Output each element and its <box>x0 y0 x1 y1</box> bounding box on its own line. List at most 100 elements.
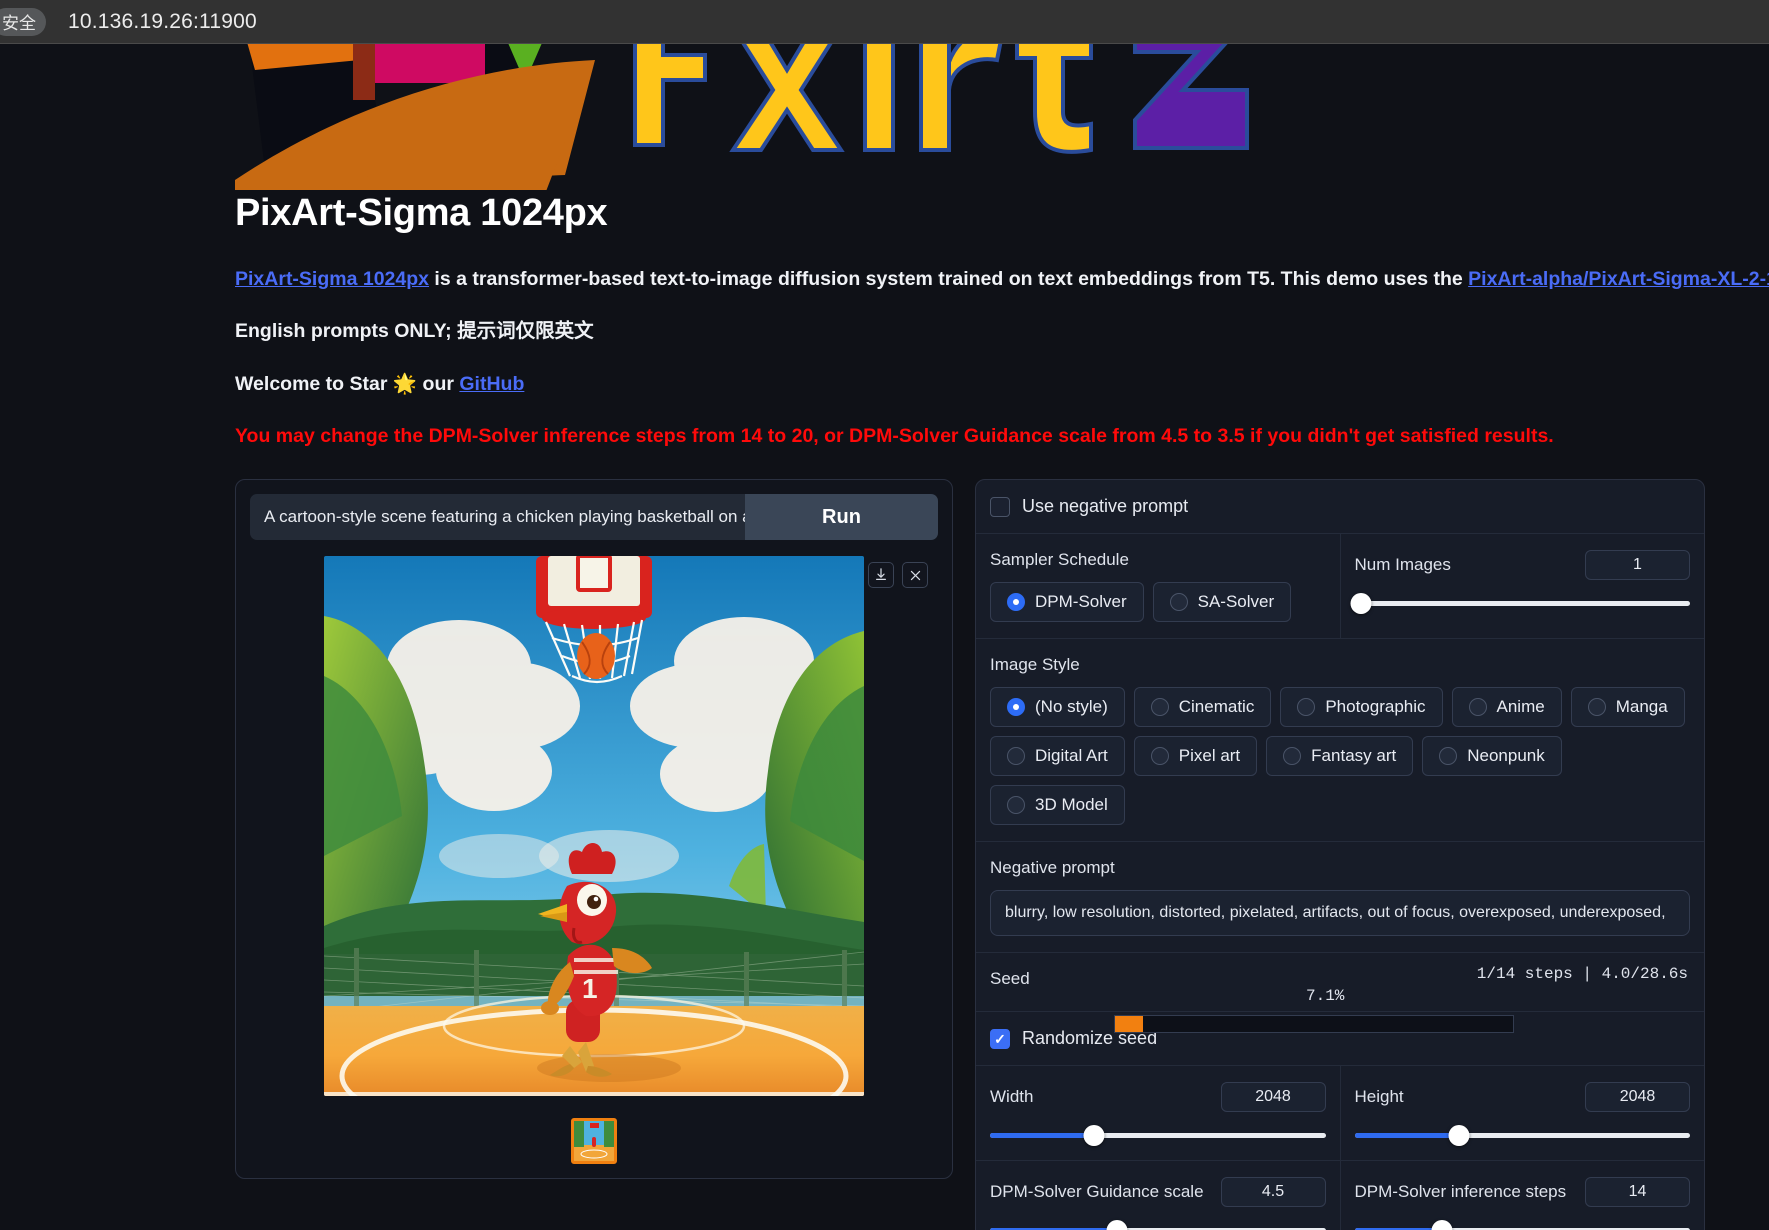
english-only-note: English prompts ONLY; 提示词仅限英文 <box>235 320 594 343</box>
gallery-thumbnails <box>250 1118 938 1164</box>
num-images-thumb[interactable] <box>1350 593 1372 614</box>
radio-dot-sa-solver[interactable] <box>1169 593 1188 611</box>
security-badge: 安全 <box>0 7 46 36</box>
page-header-text: PixArt-Sigma 1024px PixArt-Sigma 1024px … <box>235 192 1769 474</box>
radio-cinematic[interactable]: Cinematic <box>1133 687 1272 727</box>
run-button[interactable]: Run <box>745 494 938 540</box>
download-icon[interactable] <box>868 562 894 588</box>
dpm-guidance-head: DPM-Solver Guidance scale 4.5 <box>990 1177 1326 1207</box>
radio-dot-pixel-art[interactable] <box>1150 747 1169 765</box>
use-negative-prompt-checkbox[interactable] <box>990 496 1010 517</box>
radio-pixel-art[interactable]: Pixel art <box>1133 736 1258 776</box>
generated-image-svg: 1 <box>324 556 864 1096</box>
prompt-input[interactable]: A cartoon-style scene featuring a chicke… <box>250 494 745 540</box>
radio-label-manga: Manga <box>1615 697 1668 716</box>
progress-percent: 7.1% <box>1306 987 1345 1005</box>
checkpoint-link[interactable]: PixArt-alpha/PixArt-Sigma-XL-2-1024-MS <box>1468 268 1769 290</box>
image-style-section: Image Style (No style) Cinematic Photogr… <box>976 639 1704 842</box>
dpm-guidance-label: DPM-Solver Guidance scale <box>990 1182 1204 1201</box>
image-style-radios: (No style) Cinematic Photographic Anime <box>990 687 1690 825</box>
width-label: Width <box>990 1087 1034 1106</box>
generation-panel: A cartoon-style scene featuring a chicke… <box>235 479 953 1179</box>
radio-dot-dpm-solver[interactable] <box>1007 593 1025 611</box>
radio-digital-art[interactable]: Digital Art <box>990 736 1125 776</box>
pixart-logo <box>235 44 1295 190</box>
num-images-value[interactable]: 1 <box>1585 550 1690 580</box>
dpm-steps-value[interactable]: 14 <box>1585 1177 1690 1207</box>
main-columns: A cartoon-style scene featuring a chicke… <box>235 479 1705 1230</box>
radio-label-no-style: (No style) <box>1035 697 1108 716</box>
radio-manga[interactable]: Manga <box>1570 687 1685 727</box>
star-icon: 🌟 <box>392 372 418 395</box>
radio-dot-digital-art[interactable] <box>1007 747 1025 765</box>
radio-label-pixel-art: Pixel art <box>1178 746 1241 765</box>
height-slider[interactable] <box>1354 1125 1690 1146</box>
radio-anime[interactable]: Anime <box>1451 687 1562 727</box>
close-icon[interactable] <box>902 562 928 588</box>
url-bar[interactable]: 10.136.19.26:11900 <box>68 10 257 34</box>
dpm-steps-slider[interactable] <box>1354 1220 1690 1230</box>
width-thumb[interactable] <box>1083 1125 1105 1146</box>
close-glyph <box>910 570 920 580</box>
dpm-guidance-slider[interactable] <box>990 1220 1326 1230</box>
randomize-seed-checkbox[interactable] <box>990 1028 1010 1049</box>
sampler-schedule-group: Sampler Schedule DPM-Solver SA-Solver <box>976 534 1340 638</box>
thumbnail-item[interactable] <box>571 1118 617 1164</box>
github-link[interactable]: GitHub <box>459 373 524 395</box>
radio-dot-manga[interactable] <box>1587 698 1606 716</box>
dpm-guidance-value[interactable]: 4.5 <box>1220 1177 1326 1207</box>
negative-prompt-input[interactable]: blurry, low resolution, distorted, pixel… <box>990 890 1690 936</box>
use-negative-prompt-label: Use negative prompt <box>1022 496 1189 516</box>
width-slider[interactable] <box>990 1125 1326 1146</box>
num-images-track <box>1354 601 1690 606</box>
height-thumb[interactable] <box>1448 1125 1469 1146</box>
description-paragraph: PixArt-Sigma 1024px is a transformer-bas… <box>235 265 1769 293</box>
github-star-line: Welcome to Star 🌟 our GitHub <box>235 370 1705 398</box>
sampler-schedule-label: Sampler Schedule <box>990 550 1129 569</box>
use-negative-prompt-checkbox-row[interactable]: Use negative prompt <box>990 496 1690 517</box>
width-head: Width 2048 <box>990 1082 1326 1112</box>
negative-prompt-section: Negative prompt blurry, low resolution, … <box>976 842 1704 953</box>
image-style-label: Image Style <box>990 655 1080 674</box>
width-height-row: Width 2048 Height 2048 <box>976 1066 1704 1161</box>
radio-label-sa-solver: SA-Solver <box>1197 592 1275 611</box>
svg-text:1: 1 <box>582 973 598 1004</box>
width-fill <box>990 1133 1094 1138</box>
dpm-steps-head: DPM-Solver inference steps 14 <box>1355 1177 1690 1207</box>
radio-3d-model[interactable]: 3D Model <box>990 785 1125 825</box>
page-root: PixArt-Sigma 1024px PixArt-Sigma 1024px … <box>0 44 1769 1230</box>
seed-label: Seed <box>990 969 1030 988</box>
radio-fantasy-art[interactable]: Fantasy art <box>1266 736 1414 776</box>
radio-photographic[interactable]: Photographic <box>1280 687 1443 727</box>
radio-label-3d-model: 3D Model <box>1035 795 1108 814</box>
radio-dot-anime[interactable] <box>1468 698 1487 716</box>
image-output-area: 1 <box>250 556 938 1164</box>
width-value[interactable]: 2048 <box>1220 1082 1326 1112</box>
use-negative-prompt-section: Use negative prompt <box>976 480 1704 534</box>
generated-image[interactable]: 1 <box>324 556 864 1096</box>
radio-dpm-solver[interactable]: DPM-Solver <box>990 582 1144 622</box>
radio-dot-3d-model[interactable] <box>1007 796 1025 814</box>
pixart-sigma-link[interactable]: PixArt-Sigma 1024px <box>235 268 429 290</box>
num-images-head: Num Images 1 <box>1355 550 1690 580</box>
dpm-guidance-thumb[interactable] <box>1106 1220 1128 1230</box>
num-images-slider[interactable] <box>1350 593 1690 614</box>
radio-dot-no-style[interactable] <box>1007 698 1025 716</box>
radio-dot-fantasy-art[interactable] <box>1283 747 1302 765</box>
radio-dot-photographic[interactable] <box>1297 698 1316 716</box>
prompt-row: A cartoon-style scene featuring a chicke… <box>250 494 938 540</box>
height-value[interactable]: 2048 <box>1585 1082 1690 1112</box>
height-head: Height 2048 <box>1355 1082 1690 1112</box>
radio-neonpunk[interactable]: Neonpunk <box>1422 736 1562 776</box>
dpm-row: DPM-Solver Guidance scale 4.5 DPM-Solver… <box>976 1161 1704 1230</box>
radio-sa-solver[interactable]: SA-Solver <box>1152 582 1292 622</box>
warning-note: You may change the DPM-Solver inference … <box>235 424 1554 447</box>
radio-dot-cinematic[interactable] <box>1150 698 1169 716</box>
radio-no-style[interactable]: (No style) <box>990 687 1125 727</box>
radio-dot-neonpunk[interactable] <box>1439 747 1458 765</box>
dpm-steps-thumb[interactable] <box>1431 1220 1453 1230</box>
height-group: Height 2048 <box>1339 1066 1705 1160</box>
sampler-schedule-radios: DPM-Solver SA-Solver <box>990 582 1326 622</box>
progress-status: 1/14 steps | 4.0/28.6s <box>1476 965 1688 983</box>
radio-label-fantasy-art: Fantasy art <box>1311 746 1397 765</box>
